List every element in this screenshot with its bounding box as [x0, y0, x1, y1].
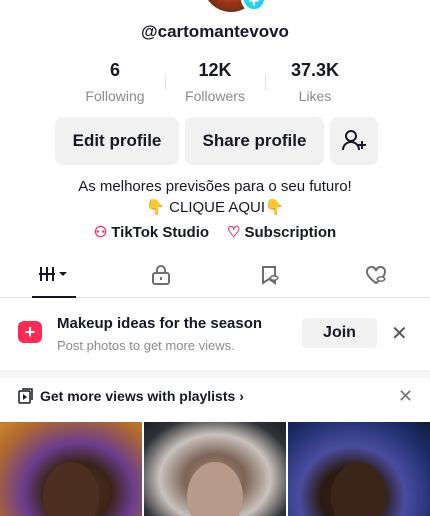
videos-grid-icon [38, 267, 67, 281]
stats-row: 6 Following 12K Followers 37.3K Likes [0, 60, 430, 104]
tab-saved[interactable] [215, 259, 323, 297]
close-icon[interactable]: ✕ [398, 386, 413, 407]
stat-value: 6 [109, 60, 120, 80]
stat-label: Likes [298, 88, 332, 104]
stat-value: 12K [198, 60, 232, 80]
thumbnail-image [187, 462, 243, 516]
content-tabs [0, 259, 430, 298]
bio-line: As melhores previsões para o seu futuro! [78, 178, 352, 195]
video-thumbnail[interactable] [288, 422, 430, 516]
heart-hidden-icon [366, 265, 387, 285]
stat-likes[interactable]: 37.3K Likes [265, 60, 365, 104]
playlist-label-text: Get more views with playlists [40, 388, 236, 404]
video-thumbnail[interactable] [0, 422, 142, 516]
video-grid [0, 422, 430, 516]
tiktok-studio-link[interactable]: ⚇ TikTok Studio [94, 223, 209, 241]
thumbnail-image [43, 462, 99, 516]
video-thumbnail[interactable] [144, 422, 286, 516]
stat-followers[interactable]: 12K Followers [165, 60, 265, 104]
tab-liked[interactable] [323, 259, 430, 297]
bio-line: 👇 CLIQUE AQUI👇 [146, 199, 284, 216]
playlist-banner[interactable]: Get more views with playlists › ✕ [0, 378, 430, 420]
close-icon[interactable]: ✕ [391, 321, 408, 346]
username: @cartomantevovo [141, 22, 289, 41]
subscription-label: Subscription [244, 224, 337, 241]
avatar[interactable]: + [203, 0, 267, 12]
share-profile-button[interactable]: Share profile [185, 117, 324, 165]
subscription-link[interactable]: ♡ Subscription [227, 223, 336, 241]
promo-title: Makeup ideas for the season [57, 315, 263, 332]
subscription-icon: ♡ [227, 224, 241, 241]
add-avatar-icon[interactable]: + [241, 0, 267, 12]
profile-actions: Edit profile Share profile [55, 117, 378, 165]
studio-icon: ⚇ [93, 224, 108, 241]
tab-videos[interactable] [0, 259, 108, 298]
bookmark-hidden-icon [261, 266, 279, 285]
chevron-right-icon: › [239, 388, 244, 404]
stat-label: Following [85, 88, 145, 104]
stat-label: Followers [185, 88, 245, 104]
join-button[interactable]: Join [302, 318, 377, 348]
studio-label: TikTok Studio [111, 224, 210, 241]
stat-value: 37.3K [290, 60, 340, 80]
stat-following[interactable]: 6 Following [65, 60, 165, 104]
edit-profile-button[interactable]: Edit profile [55, 117, 179, 165]
promo-subtitle: Post photos to get more views. [57, 338, 235, 353]
playlist-icon [18, 388, 34, 407]
section-divider [0, 370, 430, 378]
add-user-icon [342, 130, 366, 151]
promo-banner[interactable]: + Makeup ideas for the season Post photo… [0, 299, 430, 371]
add-photo-icon: + [18, 321, 42, 343]
thumbnail-image [331, 462, 387, 516]
add-friend-button[interactable] [330, 117, 378, 165]
bio: As melhores previsões para o seu futuro!… [0, 176, 430, 218]
playlist-label: Get more views with playlists › [40, 388, 244, 404]
tab-private[interactable] [108, 259, 216, 297]
lock-icon [152, 265, 171, 285]
profile-links: ⚇ TikTok Studio ♡ Subscription [0, 223, 430, 241]
